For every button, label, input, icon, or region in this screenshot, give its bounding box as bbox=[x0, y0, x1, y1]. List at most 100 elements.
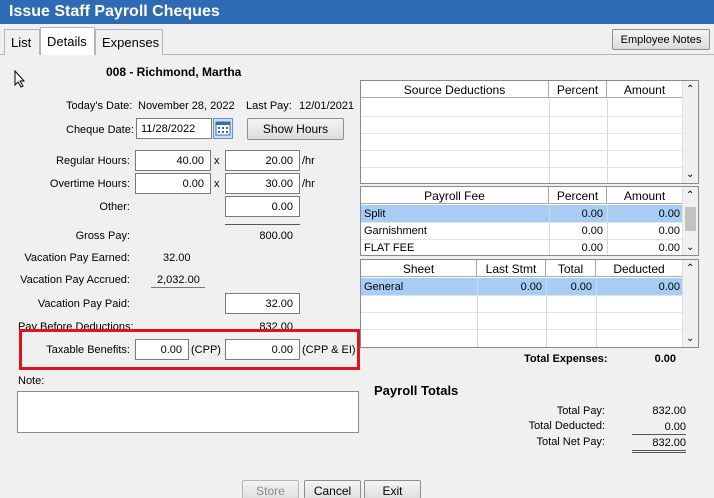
vacation-paid-field[interactable]: 32.00 bbox=[225, 293, 300, 314]
cheque-date-label: Cheque Date: bbox=[66, 124, 134, 136]
cpp-label: (CPP) bbox=[191, 344, 221, 356]
vacation-earned-label: Vacation Pay Earned: bbox=[24, 252, 130, 264]
sheet-row-1-total[interactable]: 0.00 bbox=[546, 278, 592, 295]
store-button[interactable]: Store bbox=[242, 480, 299, 498]
sheet-grid[interactable]: Sheet Last Stmt Total Deducted General 0… bbox=[360, 259, 699, 348]
scroll-down-icon[interactable]: ⌄ bbox=[686, 169, 694, 180]
source-deductions-grid[interactable]: Source Deductions Percent Amount ⌃ ⌄ bbox=[360, 80, 699, 184]
deducted-header: Deducted bbox=[596, 260, 683, 277]
sheet-row-1-last-stmt[interactable]: 0.00 bbox=[477, 278, 542, 295]
overtime-hours-field[interactable]: 0.00 bbox=[135, 173, 211, 194]
sheet-row-1-name[interactable]: General bbox=[364, 278, 403, 295]
sheet-row-line bbox=[361, 312, 683, 313]
vacation-accrued-value: 2,032.00 bbox=[157, 274, 200, 286]
total-deducted-value: 0.00 bbox=[664, 421, 686, 433]
total-pay-value: 832.00 bbox=[652, 405, 686, 417]
window-title: Issue Staff Payroll Cheques bbox=[0, 0, 714, 24]
scroll-down-icon[interactable]: ⌄ bbox=[686, 333, 694, 344]
scroll-up-icon[interactable]: ⌃ bbox=[686, 84, 694, 95]
sd-col-line bbox=[607, 99, 608, 183]
payroll-totals-heading: Payroll Totals bbox=[374, 383, 459, 398]
pf-row-3-percent[interactable]: 0.00 bbox=[549, 239, 603, 256]
regular-times-sign: x bbox=[214, 155, 220, 167]
pf-row-1-name[interactable]: Split bbox=[364, 205, 385, 222]
total-expenses-label: Total Expenses: bbox=[524, 353, 608, 365]
sd-row-line bbox=[361, 133, 683, 134]
sd-col-line bbox=[549, 99, 550, 183]
total-net-pay-label: Total Net Pay: bbox=[536, 436, 605, 448]
show-hours-button[interactable]: Show Hours bbox=[247, 118, 344, 140]
net-pay-double-underline bbox=[632, 452, 686, 453]
cancel-button[interactable]: Cancel bbox=[304, 480, 361, 498]
vacation-paid-label: Vacation Pay Paid: bbox=[37, 298, 130, 310]
tab-expenses[interactable]: Expenses bbox=[95, 29, 163, 55]
regular-rate-field[interactable]: 20.00 bbox=[225, 150, 300, 171]
pf-row-3-name[interactable]: FLAT FEE bbox=[364, 239, 414, 256]
pf-row-3-amount[interactable]: 0.00 bbox=[607, 239, 680, 256]
taxable-benefits-label: Taxable Benefits: bbox=[46, 344, 130, 356]
sd-row-line bbox=[361, 116, 683, 117]
scroll-up-icon[interactable]: ⌃ bbox=[686, 263, 694, 274]
total-pay-label: Total Pay: bbox=[556, 405, 605, 417]
totals-separator bbox=[632, 434, 686, 435]
last-pay-value: 12/01/2021 bbox=[299, 100, 355, 112]
cheque-date-field[interactable]: 11/28/2022 bbox=[136, 118, 212, 139]
sd-row-line bbox=[361, 167, 683, 168]
pf-percent-header: Percent bbox=[549, 187, 607, 204]
sheet-row-1-deducted[interactable]: 0.00 bbox=[596, 278, 680, 295]
pf-row-1-amount[interactable]: 0.00 bbox=[607, 205, 680, 222]
regular-hours-field[interactable]: 40.00 bbox=[135, 150, 211, 171]
total-expenses-value: 0.00 bbox=[654, 353, 676, 365]
pf-row-2-name[interactable]: Garnishment bbox=[364, 222, 427, 239]
vacation-earned-value: 32.00 bbox=[163, 252, 191, 264]
tab-list[interactable]: List bbox=[4, 29, 40, 55]
pf-scrollbar[interactable]: ⌃ ⌄ bbox=[682, 187, 698, 255]
scroll-down-icon[interactable]: ⌄ bbox=[686, 242, 694, 253]
last-pay-label: Last Pay: bbox=[246, 100, 292, 112]
tab-details[interactable]: Details bbox=[40, 27, 95, 55]
other-field[interactable]: 0.00 bbox=[225, 196, 300, 217]
payroll-fee-grid[interactable]: Payroll Fee Percent Amount Split 0.00 0.… bbox=[360, 186, 699, 256]
gross-pay-label: Gross Pay: bbox=[75, 230, 130, 242]
sd-row-line bbox=[361, 150, 683, 151]
sd-amount-header: Amount bbox=[607, 81, 683, 98]
scroll-up-icon[interactable]: ⌃ bbox=[686, 190, 694, 201]
sd-percent-header: Percent bbox=[549, 81, 607, 98]
regular-per-hr-label: /hr bbox=[302, 155, 315, 167]
todays-date-label: Today's Date: bbox=[66, 100, 133, 112]
taxable-cpp-ei-field[interactable]: 0.00 bbox=[225, 339, 300, 360]
scroll-thumb[interactable] bbox=[685, 207, 696, 231]
note-label: Note: bbox=[18, 375, 45, 387]
total-deducted-label: Total Deducted: bbox=[528, 420, 605, 432]
pf-row-2-amount[interactable]: 0.00 bbox=[607, 222, 680, 239]
overtime-rate-field[interactable]: 30.00 bbox=[225, 173, 300, 194]
cpp-ei-label: (CPP & EI) bbox=[302, 344, 356, 356]
overtime-per-hr-label: /hr bbox=[302, 178, 315, 190]
exit-button[interactable]: Exit bbox=[364, 480, 421, 498]
last-stmt-header: Last Stmt bbox=[477, 260, 546, 277]
taxable-cpp-field[interactable]: 0.00 bbox=[135, 339, 189, 360]
net-pay-double-underline bbox=[632, 450, 686, 451]
sheet-header: Sheet bbox=[361, 260, 477, 277]
employee-notes-button[interactable]: Employee Notes bbox=[612, 29, 710, 50]
regular-hours-label: Regular Hours: bbox=[56, 155, 130, 167]
note-textarea[interactable] bbox=[17, 391, 359, 433]
calendar-icon[interactable] bbox=[213, 118, 233, 139]
pf-amount-header: Amount bbox=[607, 187, 683, 204]
gross-pay-value: 800.00 bbox=[259, 230, 293, 242]
gross-separator bbox=[225, 224, 300, 225]
todays-date-value: November 28, 2022 bbox=[138, 100, 235, 112]
cursor-icon bbox=[14, 70, 26, 88]
sheet-row-line bbox=[361, 329, 683, 330]
total-header: Total bbox=[546, 260, 596, 277]
total-net-pay-value: 832.00 bbox=[652, 437, 686, 449]
employee-heading: 008 - Richmond, Martha bbox=[106, 65, 242, 79]
sheet-scrollbar[interactable]: ⌃ ⌄ bbox=[682, 260, 698, 347]
source-deductions-header: Source Deductions bbox=[361, 81, 549, 98]
payroll-fee-header: Payroll Fee bbox=[361, 187, 549, 204]
pf-row-2-percent[interactable]: 0.00 bbox=[549, 222, 603, 239]
sd-scrollbar[interactable]: ⌃ ⌄ bbox=[682, 81, 698, 183]
pf-row-1-percent[interactable]: 0.00 bbox=[549, 205, 603, 222]
other-label: Other: bbox=[99, 201, 130, 213]
tab-expenses-label: Expenses bbox=[102, 35, 160, 50]
